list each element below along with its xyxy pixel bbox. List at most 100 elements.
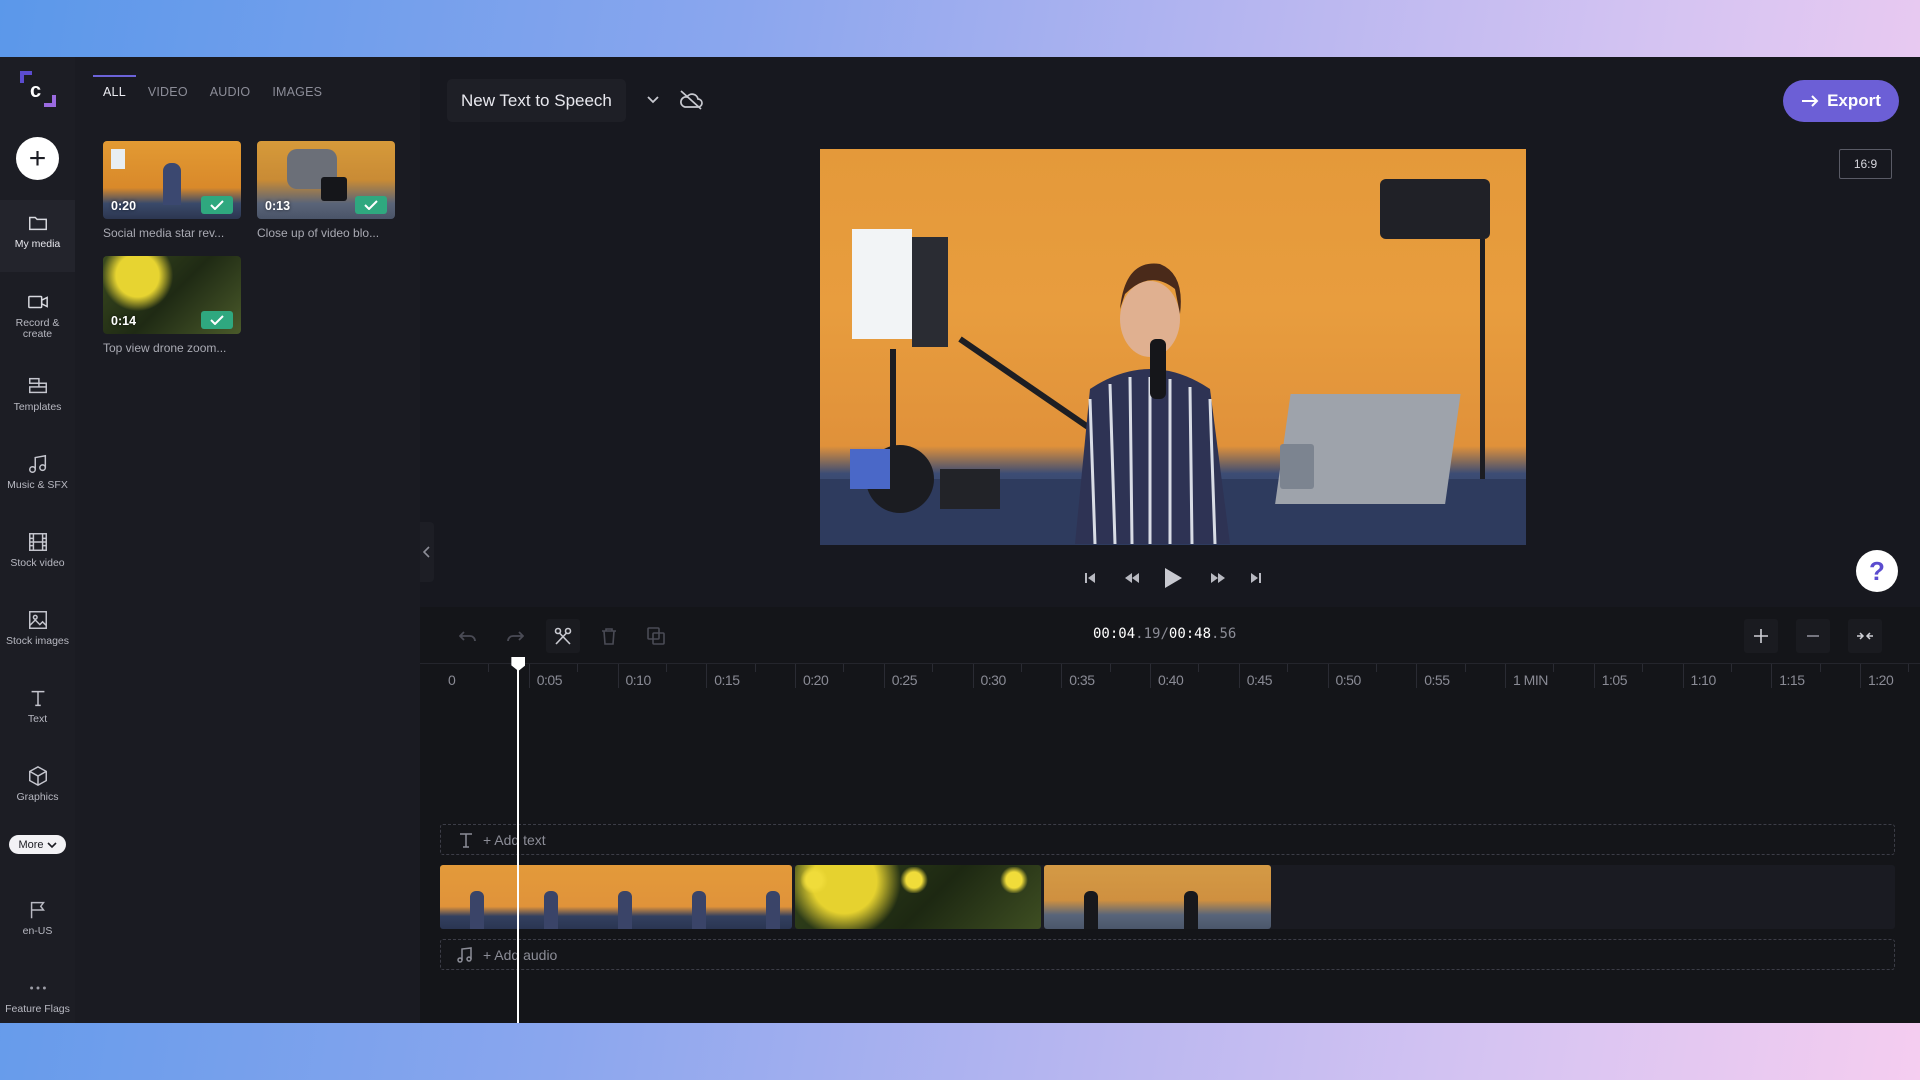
timeline-ruler[interactable]: 0 0:05 0:10 0:15 0:20 0:25 0:30 0:35 0:40 0:45 0:5… <box>420 663 1920 693</box>
ruler-tick-label: 0:55 <box>1424 672 1450 688</box>
chevron-down-icon[interactable] <box>645 91 661 107</box>
ruler-tick-label: 0:10 <box>625 672 652 688</box>
collapse-panel-button[interactable] <box>420 522 434 582</box>
sidebar-item-label: en-US <box>22 925 53 937</box>
mug-shape <box>1280 444 1314 489</box>
trash-icon <box>602 628 616 645</box>
music-note-icon <box>457 946 472 963</box>
media-item[interactable]: 0:14 Top view drone zoom... <box>103 256 241 355</box>
timeline: 00:04.19/00:48.56 0 0:05 0:10 0:15 0:20 0:25 0… <box>420 607 1920 1023</box>
spotlight-shape <box>1380 179 1490 239</box>
redo-button[interactable] <box>501 622 529 650</box>
camera-shape <box>321 177 347 201</box>
sidebar-item-locale[interactable]: en-US <box>0 887 75 959</box>
text-icon <box>31 690 44 707</box>
more-button[interactable]: More <box>9 835 66 854</box>
playhead[interactable] <box>511 657 526 1023</box>
ruler-tick <box>706 664 708 688</box>
plus-icon <box>1754 629 1768 643</box>
softbox-shape <box>111 149 125 169</box>
cube-icon <box>28 765 47 787</box>
preview-frame <box>820 179 1526 545</box>
media-thumbnail: 0:14 <box>103 256 241 334</box>
media-item[interactable]: 0:20 Social media star rev... <box>103 141 241 240</box>
tab-images[interactable]: IMAGES <box>272 77 322 99</box>
delete-button[interactable] <box>595 622 623 650</box>
microphone-shape <box>1150 339 1166 399</box>
timeline-clip[interactable] <box>1043 865 1272 929</box>
added-check-icon <box>201 311 233 329</box>
sidebar-item-record-create[interactable]: Record & create <box>0 279 75 351</box>
ruler-tick <box>1238 664 1240 688</box>
play-icon <box>1165 568 1182 588</box>
tab-video[interactable]: VIDEO <box>148 77 188 99</box>
media-item[interactable]: 0:13 Close up of video blo... <box>257 141 395 240</box>
zoom-in-button[interactable] <box>1744 619 1778 653</box>
light-stand-shape <box>1480 239 1485 479</box>
ruler-minor-tick <box>843 664 845 672</box>
ruler-minor-tick <box>1375 664 1377 672</box>
sidebar-item-text[interactable]: Text <box>0 675 75 747</box>
rewind-button[interactable] <box>1120 565 1144 591</box>
clip-frame <box>1183 891 1198 929</box>
sidebar-item-my-media[interactable]: My media <box>0 200 75 272</box>
ruler-tick-label: 1:05 <box>1601 672 1628 688</box>
ruler-tick-label: 0:30 <box>980 672 1007 688</box>
chevron-left-icon <box>423 546 430 558</box>
export-button[interactable]: Export <box>1783 80 1899 122</box>
play-button[interactable] <box>1160 565 1186 591</box>
media-panel: ALL VIDEO AUDIO IMAGES 0:20 Social media… <box>75 57 420 1023</box>
svg-text:c: c <box>30 80 41 102</box>
timeline-clip[interactable] <box>795 865 1041 929</box>
ruler-tick <box>1771 664 1773 688</box>
fast-forward-button[interactable] <box>1206 565 1230 591</box>
ruler-tick-label: 0:40 <box>1158 672 1184 688</box>
add-text-track[interactable]: + Add text <box>440 824 1895 855</box>
sidebar-item-music-sfx[interactable]: Music & SFX <box>0 441 75 513</box>
project-title-input[interactable]: New Text to Speech <box>447 79 626 122</box>
ruler-tick-label: 1:10 <box>1690 672 1717 688</box>
playback-controls <box>1070 565 1270 591</box>
aspect-ratio-button[interactable]: 16:9 <box>1839 149 1892 179</box>
chevron-down-icon <box>46 841 57 848</box>
duplicate-button[interactable] <box>642 622 670 650</box>
ruler-minor-tick <box>1287 664 1289 672</box>
text-icon <box>460 832 472 848</box>
question-icon: ? <box>1869 555 1885 586</box>
sidebar-item-stock-video[interactable]: Stock video <box>0 519 75 591</box>
sidebar-item-templates[interactable]: Templates <box>0 363 75 435</box>
skip-to-end-button[interactable] <box>1246 565 1266 591</box>
help-button[interactable]: ? <box>1856 550 1898 592</box>
add-media-button[interactable]: + <box>16 137 59 180</box>
tab-audio[interactable]: AUDIO <box>210 77 251 99</box>
fit-timeline-button[interactable] <box>1848 619 1882 653</box>
sidebar-item-graphics[interactable]: Graphics <box>0 753 75 825</box>
brand-logo[interactable]: c <box>18 69 58 109</box>
split-button[interactable] <box>546 619 580 653</box>
sidebar-item-stock-images[interactable]: Stock images <box>0 597 75 669</box>
zoom-out-button[interactable] <box>1796 619 1830 653</box>
redo-icon <box>507 631 524 642</box>
total-time: 00:48 <box>1168 626 1212 642</box>
ruler-minor-tick <box>1730 664 1732 672</box>
sidebar-item-label: Graphics <box>16 791 59 803</box>
left-sidebar: c + My media Record & create Templates Mu… <box>0 57 75 1023</box>
ruler-minor-tick <box>577 664 579 672</box>
timeline-clip[interactable] <box>440 865 792 929</box>
image-icon <box>28 611 47 629</box>
cloud-off-icon[interactable] <box>678 89 704 111</box>
skip-to-start-button[interactable] <box>1080 565 1100 591</box>
undo-button[interactable] <box>454 622 482 650</box>
minus-icon <box>1807 635 1819 637</box>
sidebar-item-feature-flags[interactable]: Feature Flags <box>0 965 75 1023</box>
sidebar-item-label: My media <box>14 238 61 250</box>
templates-icon <box>28 377 47 394</box>
scissors-icon <box>554 627 572 645</box>
media-name: Close up of video blo... <box>257 226 380 240</box>
tab-all[interactable]: ALL <box>93 75 136 99</box>
ruler-tick-label: 0:15 <box>714 672 740 688</box>
ruler-minor-tick <box>1642 664 1644 672</box>
video-preview[interactable] <box>820 149 1526 545</box>
add-audio-track[interactable]: + Add audio <box>440 939 1895 970</box>
undo-icon <box>459 631 476 642</box>
